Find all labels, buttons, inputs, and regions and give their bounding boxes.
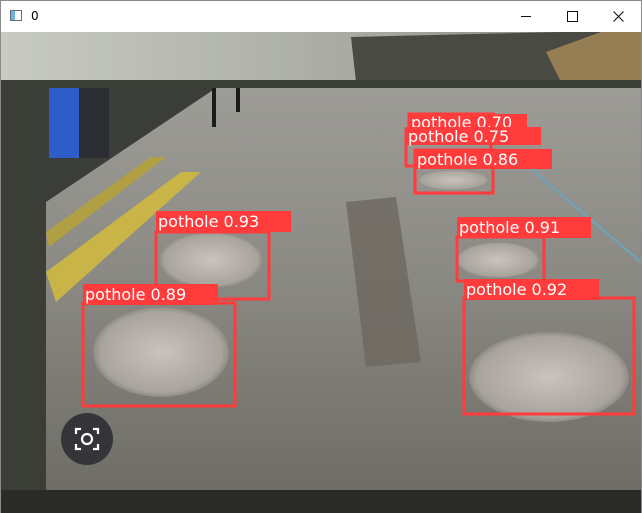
pothole-shape [417,170,489,190]
pothole-shape [159,232,263,288]
pothole-shape [469,332,629,422]
title-bar[interactable]: 0 [1,1,641,32]
close-icon [612,11,624,22]
close-button[interactable] [595,1,641,32]
minimize-icon [521,16,531,17]
detection-label: pothole 0.93 [158,212,259,231]
bus [49,88,79,158]
phone-bottom [1,490,641,513]
app-window-icon [10,10,22,21]
app-window: 0 pothole 0.70 pothole 0.75 pothole 0.86… [0,0,642,513]
detection-label: pothole 0.92 [466,280,567,299]
bus-wheel [79,88,109,158]
pothole-shape [93,307,229,397]
lens-scan-button[interactable] [61,413,113,465]
minimize-button[interactable] [503,1,549,32]
detection-label: pothole 0.86 [417,150,518,169]
detection-label: pothole 0.89 [85,285,186,304]
detection-label: pothole 0.91 [459,218,560,237]
detection-label: pothole 0.75 [408,127,509,146]
maximize-button[interactable] [549,1,595,32]
maximize-icon [566,11,578,22]
pothole-shape [456,242,540,278]
detection-view: pothole 0.70 pothole 0.75 pothole 0.86 p… [1,32,641,513]
camera-frame: pothole 0.70 pothole 0.75 pothole 0.86 p… [1,32,641,513]
window-title: 0 [31,9,39,23]
